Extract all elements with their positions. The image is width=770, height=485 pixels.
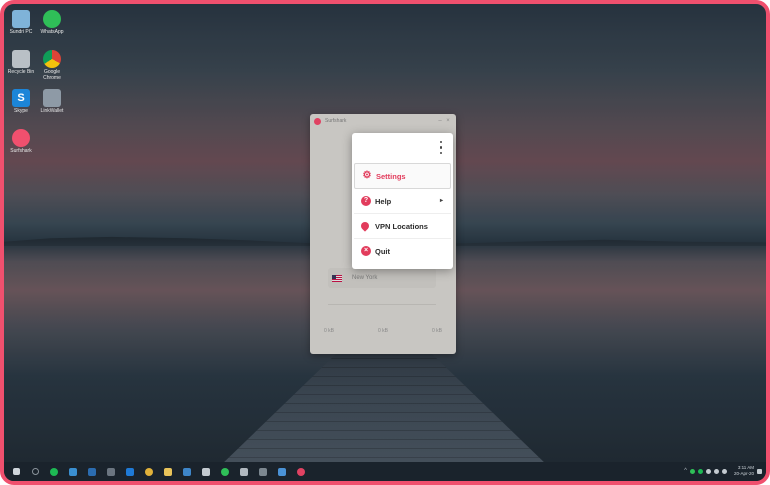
whatsapp-tray-icon[interactable] xyxy=(689,468,695,474)
taskbar-notes[interactable] xyxy=(236,465,252,479)
spotify-tray-icon[interactable] xyxy=(697,468,703,474)
vpn-icon xyxy=(12,129,30,147)
vpn-logo-icon xyxy=(314,117,321,125)
chrome-icon xyxy=(43,50,61,68)
desktop-icon-label: Sundri PC xyxy=(9,29,33,35)
menu-item-label: Quit xyxy=(375,246,390,256)
photos-icon xyxy=(183,467,191,476)
taskbar-paint[interactable] xyxy=(198,465,214,479)
desktop-icon-computer[interactable]: Sundri PC xyxy=(6,10,36,35)
clock[interactable]: 3:11 AM 20-Apr-20 xyxy=(734,465,754,477)
chat-icon xyxy=(259,467,267,476)
gear-icon: ⚙ xyxy=(362,170,372,181)
menu-item-vpn-locations[interactable]: VPN Locations xyxy=(354,214,451,239)
chevron-right-icon: ▸ xyxy=(439,198,443,204)
desktop-icon-label: WhatsApp xyxy=(40,29,64,35)
taskbar-chrome[interactable] xyxy=(141,465,157,479)
screenshot-frame: Sundri PC WhatsApp Recycle Bin Google Ch… xyxy=(0,0,770,485)
battery-icon[interactable] xyxy=(713,468,719,474)
volume-icon[interactable] xyxy=(721,468,727,474)
desktop-icon-label: Recycle Bin xyxy=(7,69,35,75)
vpn-titlebar: Surfshark – × xyxy=(310,114,456,128)
help-icon: ? xyxy=(361,196,371,206)
notes-icon xyxy=(240,467,248,476)
desktop-icon-label: Skype xyxy=(14,108,28,114)
whatsapp-icon xyxy=(43,10,61,28)
desktop-icon-chrome[interactable]: Google Chrome xyxy=(37,50,67,81)
more-options-icon[interactable] xyxy=(439,141,443,155)
search-button[interactable] xyxy=(27,465,43,479)
location-selector[interactable]: New York xyxy=(328,268,436,288)
vpn-window-title: Surfshark xyxy=(325,118,347,124)
menu-item-label: Settings xyxy=(376,171,406,181)
close-icon: × xyxy=(361,246,371,256)
taskbar: ^ 3:11 AM 20-Apr-20 xyxy=(4,462,766,481)
stat-upload: 0 kB xyxy=(377,328,388,334)
menu-item-help[interactable]: ? Help ▸ xyxy=(354,189,451,214)
close-window-icon[interactable]: × xyxy=(444,118,452,124)
menu-item-label: Help xyxy=(375,196,392,206)
taskbar-photos[interactable] xyxy=(179,465,195,479)
desktop-icon-app[interactable]: LinkWallet xyxy=(37,89,67,114)
notification-icon[interactable] xyxy=(757,468,762,474)
desktop-icon-label: Google Chrome xyxy=(43,69,61,81)
search-icon xyxy=(31,468,39,475)
menu-item-quit[interactable]: × Quit xyxy=(354,239,451,263)
skype-icon: S xyxy=(12,89,30,107)
app-menu: ⚙ Settings ? Help ▸ VPN Locations × Quit xyxy=(352,133,453,269)
taskbar-calculator[interactable] xyxy=(103,465,119,479)
chrome-icon xyxy=(145,467,153,476)
location-pin-icon xyxy=(359,220,371,232)
desktop-icon-recycle-bin[interactable]: Recycle Bin xyxy=(6,50,36,75)
store-icon xyxy=(126,467,134,476)
taskbar-whatsapp[interactable] xyxy=(217,465,233,479)
stat-total: 0 kB xyxy=(431,328,442,334)
vpn-icon xyxy=(297,467,305,476)
start-button[interactable] xyxy=(8,465,24,479)
mail-icon xyxy=(88,467,96,476)
taskbar-vpn[interactable] xyxy=(293,465,309,479)
taskbar-spotify[interactable] xyxy=(46,465,62,479)
recycle-bin-icon xyxy=(12,50,30,68)
desktop-icon-whatsapp[interactable]: WhatsApp xyxy=(37,10,67,35)
menu-item-label: VPN Locations xyxy=(375,221,428,231)
chevron-up-icon[interactable]: ^ xyxy=(684,468,687,474)
spotify-icon xyxy=(50,467,58,476)
taskbar-store[interactable] xyxy=(122,465,138,479)
clock-date: 20-Apr-20 xyxy=(733,471,754,476)
whatsapp-icon xyxy=(221,467,229,476)
vpn-stats: 0 kB 0 kB 0 kB xyxy=(324,328,442,334)
desktop-icon-label: LinkWallet xyxy=(40,108,64,114)
taskbar-mail[interactable] xyxy=(84,465,100,479)
location-label: New York xyxy=(352,275,378,281)
folder-icon xyxy=(164,467,172,476)
desktop-icon-vpn[interactable]: Surfshark xyxy=(6,129,36,154)
computer-icon xyxy=(12,10,30,28)
stat-download: 0 kB xyxy=(324,328,335,334)
menu-header xyxy=(352,133,453,163)
network-icon[interactable] xyxy=(705,468,711,474)
app-icon xyxy=(69,467,77,476)
desktop-icon-skype[interactable]: S Skype xyxy=(6,89,36,114)
calculator-icon xyxy=(107,467,115,476)
taskbar-cloud[interactable] xyxy=(274,465,290,479)
divider xyxy=(328,304,436,305)
app-icon xyxy=(43,89,61,107)
minimize-icon[interactable]: – xyxy=(436,118,444,124)
system-tray: ^ 3:11 AM 20-Apr-20 xyxy=(684,465,762,477)
menu-item-settings[interactable]: ⚙ Settings xyxy=(354,163,451,189)
windows-icon xyxy=(12,468,20,475)
paint-icon xyxy=(202,467,210,476)
taskbar-chat[interactable] xyxy=(255,465,271,479)
taskbar-app[interactable] xyxy=(65,465,81,479)
cloud-icon xyxy=(278,467,286,476)
taskbar-explorer[interactable] xyxy=(160,465,176,479)
us-flag-icon xyxy=(332,274,342,282)
desktop-icon-label: Surfshark xyxy=(10,148,32,154)
